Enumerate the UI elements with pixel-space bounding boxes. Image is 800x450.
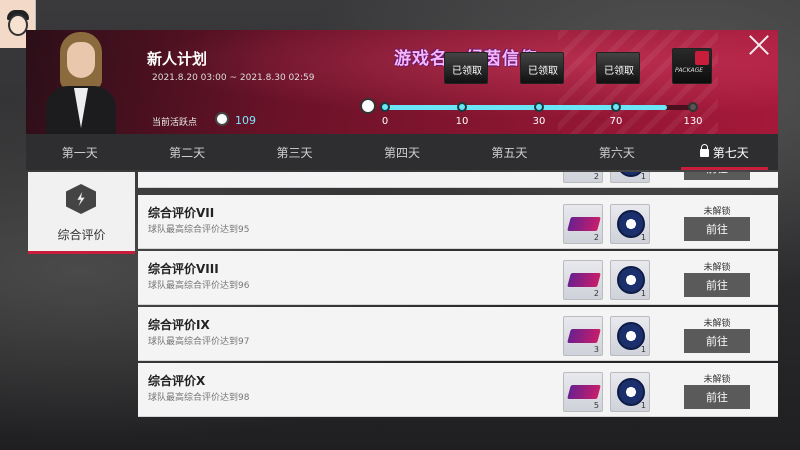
event-title: 新人计划 (147, 50, 208, 68)
reward-qty: 1 (640, 345, 646, 354)
reward-item-card[interactable]: 2 (563, 172, 603, 183)
package-icon (695, 51, 709, 65)
reward-status: 已领取 (528, 66, 558, 77)
milestone-dot-1 (457, 102, 467, 112)
lock-icon (699, 144, 709, 157)
day-tabs: 第一天 第二天 第三天 第四天 第五天 第六天 第七天 (26, 134, 778, 170)
reward-qty: 5 (593, 401, 599, 410)
task-desc: 球队最高综合评价达到97 (148, 337, 250, 347)
task-row: 综合评价VIII 球队最高综合评价达到96 2 1 未解锁 前往 (138, 251, 778, 305)
task-row: 综合评价IX 球队最高综合评价达到97 3 1 未解锁 前往 (138, 307, 778, 361)
task-title: 综合评价VIII (148, 262, 219, 276)
reward-qty: 1 (640, 289, 646, 298)
milestone-dot-0 (380, 102, 390, 112)
reward-item-ball[interactable]: 1 (610, 260, 650, 300)
task-list[interactable]: 2 1 前往 综合评价VII 球队最高综合评价达到95 2 1 未解锁 前往 综… (138, 172, 778, 422)
milestone-reward-3[interactable]: 已领取 (596, 52, 640, 84)
reward-status: 已领取 (604, 66, 634, 77)
task-title: 综合评价VII (148, 206, 215, 220)
activity-label: 当前活跃点 (152, 118, 198, 128)
reward-qty: 1 (640, 172, 646, 181)
event-period: 2021.8.20 03:00 ~ 2021.8.30 02:59 (152, 73, 315, 83)
close-button[interactable] (748, 34, 770, 56)
progress-point-icon (360, 98, 376, 114)
task-status: 未解锁 (703, 263, 731, 273)
tab-day-6[interactable]: 第六天 (563, 134, 670, 170)
activity-value: 109 (235, 114, 256, 127)
go-button[interactable]: 前往 (684, 172, 750, 180)
progress-fill (384, 105, 667, 110)
task-title: 综合评价IX (148, 318, 210, 332)
milestone-dot-4 (688, 102, 698, 112)
task-row: 2 1 前往 (138, 172, 778, 188)
tab-day-4[interactable]: 第四天 (348, 134, 455, 170)
reward-item-card[interactable]: 3 (563, 316, 603, 356)
reward-item-ball[interactable]: 1 (610, 372, 650, 412)
category-label: 综合评价 (57, 228, 106, 242)
reward-item-card[interactable]: 5 (563, 372, 603, 412)
task-row: 综合评价X 球队最高综合评价达到98 5 1 未解锁 前往 (138, 363, 778, 417)
package-label: PACKAGE (675, 67, 704, 74)
go-button[interactable]: 前往 (684, 273, 750, 297)
milestone-label-3: 70 (609, 116, 623, 127)
milestone-reward-2[interactable]: 已领取 (520, 52, 564, 84)
task-desc: 球队最高综合评价达到96 (148, 281, 250, 291)
tab-day-2[interactable]: 第二天 (133, 134, 240, 170)
tab-day-3[interactable]: 第三天 (241, 134, 348, 170)
host-portrait (40, 32, 120, 134)
card-icon (567, 273, 601, 287)
task-desc: 球队最高综合评价达到95 (148, 225, 250, 235)
task-desc: 球队最高综合评价达到98 (148, 393, 250, 403)
reward-qty: 2 (593, 289, 599, 298)
go-button[interactable]: 前往 (684, 217, 750, 241)
reward-qty: 1 (640, 233, 646, 242)
reward-qty: 1 (640, 401, 646, 410)
milestone-label-0: 0 (381, 116, 389, 127)
tab-label: 第三天 (276, 145, 313, 160)
reward-qty: 2 (593, 233, 599, 242)
tab-label: 第二天 (169, 145, 206, 160)
tab-label: 第七天 (712, 145, 749, 160)
activity-point-icon (215, 112, 229, 126)
go-button[interactable]: 前往 (684, 385, 750, 409)
category-overall-rating[interactable]: 综合评价 (28, 172, 135, 254)
card-icon (567, 385, 601, 399)
task-status: 未解锁 (703, 375, 731, 385)
milestone-dot-2 (534, 102, 544, 112)
reward-item-card[interactable]: 2 (563, 260, 603, 300)
event-header: 新人计划 2021.8.20 03:00 ~ 2021.8.30 02:59 当… (26, 30, 778, 134)
reward-item-ball[interactable]: 1 (610, 316, 650, 356)
task-row: 综合评价VII 球队最高综合评价达到95 2 1 未解锁 前往 (138, 195, 778, 249)
milestone-reward-4[interactable]: PACKAGE (672, 48, 712, 84)
task-status: 未解锁 (703, 207, 731, 217)
task-status: 未解锁 (703, 319, 731, 329)
tab-label: 第五天 (491, 145, 528, 160)
milestone-label-4: 130 (683, 116, 703, 127)
reward-qty: 2 (593, 172, 599, 181)
tab-label: 第一天 (61, 145, 98, 160)
milestone-label-1: 10 (455, 116, 469, 127)
reward-status: 已领取 (452, 66, 482, 77)
milestone-reward-1[interactable]: 已领取 (444, 52, 488, 84)
reward-item-card[interactable]: 2 (563, 204, 603, 244)
card-icon (567, 329, 601, 343)
card-icon (567, 217, 601, 231)
task-title: 综合评价X (148, 374, 206, 388)
milestone-label-2: 30 (532, 116, 546, 127)
tab-label: 第四天 (383, 145, 420, 160)
reward-item-ball[interactable]: 1 (610, 172, 650, 183)
tab-label: 第六天 (598, 145, 635, 160)
reward-qty: 3 (593, 345, 599, 354)
portrait-face (67, 42, 95, 78)
tab-day-5[interactable]: 第五天 (456, 134, 563, 170)
milestone-dot-3 (611, 102, 621, 112)
tab-day-1[interactable]: 第一天 (26, 134, 133, 170)
tab-day-7[interactable]: 第七天 (671, 134, 778, 170)
avatar-face (8, 14, 28, 36)
reward-item-ball[interactable]: 1 (610, 204, 650, 244)
go-button[interactable]: 前往 (684, 329, 750, 353)
